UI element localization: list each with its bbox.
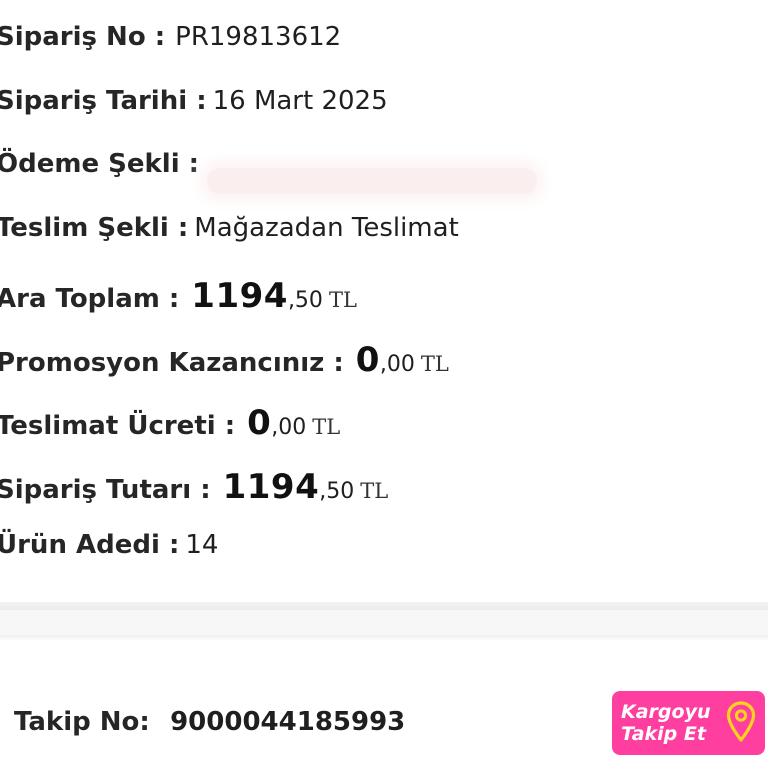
tracking-info: Takip No: 9000044185993 <box>14 707 405 737</box>
order-total-price: 1194,50 TL <box>223 467 389 507</box>
order-total-price-int: 1194 <box>222 466 320 507</box>
delivery-fee-row: Teslimat Ücreti : 0,00 TL <box>0 403 756 467</box>
order-total-price-dec: ,50 <box>319 478 355 504</box>
delivery-method-value: Mağazadan Teslimat <box>194 212 459 243</box>
order-date-row: Sipariş Tarihi : 16 Mart 2025 <box>0 86 756 150</box>
order-total-label: Sipariş Tutarı : <box>0 474 211 505</box>
subtotal-label: Ara Toplam : <box>0 284 180 314</box>
delivery-fee-price-int: 0 <box>247 403 272 443</box>
promotion-price: 0,00 TL <box>356 340 449 380</box>
delivery-fee-price-dec: ,00 <box>271 415 307 440</box>
payment-method-label: Ödeme Şekli : <box>0 149 200 179</box>
promotion-label: Promosyon Kazancınız : <box>0 347 344 378</box>
order-date-label: Sipariş Tarihi : <box>0 85 207 116</box>
payment-method-row: Ödeme Şekli : <box>0 149 756 213</box>
promotion-price-int: 0 <box>355 339 380 380</box>
item-count-row: Ürün Adedi : 14 <box>0 530 756 594</box>
subtotal-price: 1194,50 TL <box>191 276 357 316</box>
order-details-list: Sipariş No : PR19813612 Sipariş Tarihi :… <box>0 22 756 594</box>
order-no-label: Sipariş No : <box>0 22 166 52</box>
delivery-method-row: Teslim Şekli : Mağazadan Teslimat <box>0 213 756 277</box>
delivery-fee-price: 0,00 TL <box>247 403 340 443</box>
order-total-currency: TL <box>360 478 389 503</box>
order-date-value: 16 Mart 2025 <box>212 85 388 116</box>
delivery-method-label: Teslim Şekli : <box>0 212 189 243</box>
delivery-fee-currency: TL <box>312 415 341 439</box>
order-no-row: Sipariş No : PR19813612 <box>0 22 756 86</box>
track-shipment-button-label: Kargoyu Takip Et <box>621 701 711 745</box>
order-no-value: PR19813612 <box>175 22 342 52</box>
payment-method-redacted-value <box>207 167 538 194</box>
subtotal-row: Ara Toplam : 1194,50 TL <box>0 276 756 340</box>
subtotal-price-dec: ,50 <box>287 288 323 313</box>
delivery-fee-label: Teslimat Ücreti : <box>0 411 236 441</box>
section-gap <box>0 610 768 635</box>
item-count-value: 14 <box>185 530 219 560</box>
track-shipment-button[interactable]: Kargoyu Takip Et <box>612 691 765 755</box>
section-divider <box>0 602 768 610</box>
tracking-number: 9000044185993 <box>170 707 406 737</box>
location-pin-icon <box>726 701 756 742</box>
subtotal-price-int: 1194 <box>191 276 288 316</box>
order-details-screen: Sipariş No : PR19813612 Sipariş Tarihi :… <box>0 0 768 768</box>
tracking-label: Takip No: <box>14 707 150 737</box>
item-count-label: Ürün Adedi : <box>0 530 180 560</box>
order-total-row: Sipariş Tutarı : 1194,50 TL <box>0 467 756 531</box>
subtotal-currency: TL <box>328 288 357 312</box>
promotion-row: Promosyon Kazancınız : 0,00 TL <box>0 340 756 404</box>
promotion-price-dec: ,00 <box>379 351 415 377</box>
promotion-currency: TL <box>420 351 449 376</box>
section-divider-shadow <box>0 635 768 641</box>
